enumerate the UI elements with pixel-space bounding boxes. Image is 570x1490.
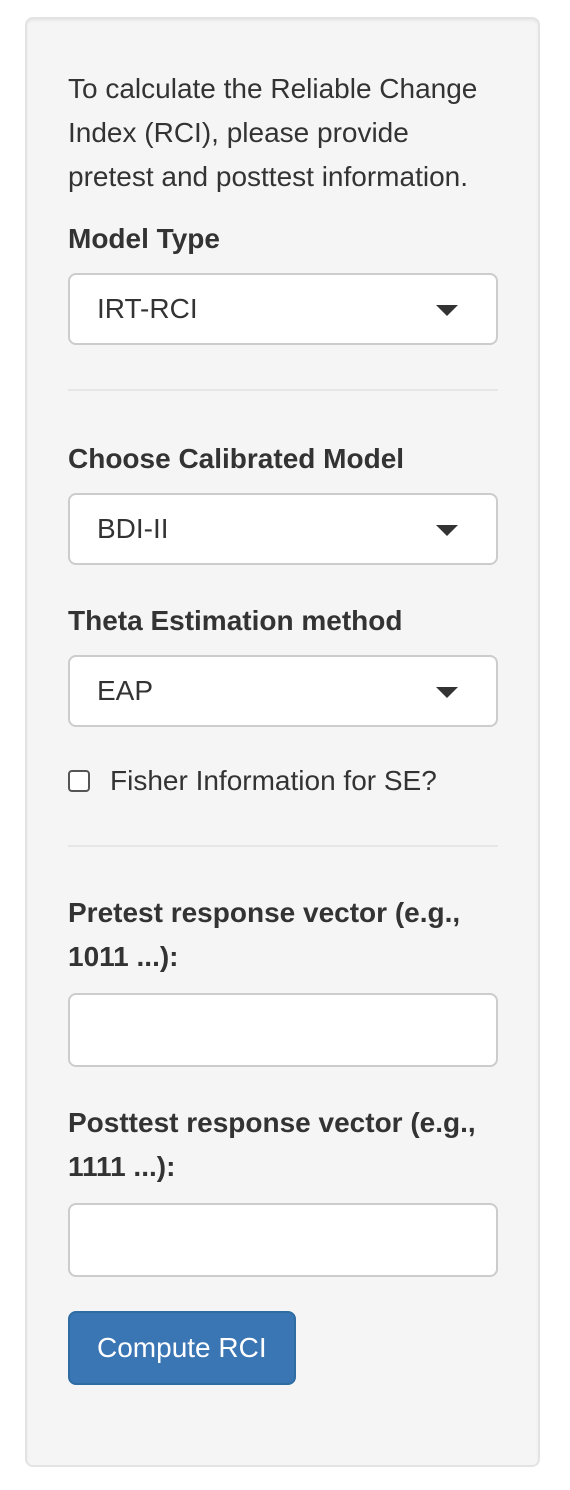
calibrated-model-group: Choose Calibrated Model BDI-II [68,437,498,565]
sidebar-panel: To calculate the Reliable Change Index (… [25,17,540,1467]
chevron-down-icon [436,525,458,536]
pretest-label: Pretest response vector (e.g., 1011 ...)… [68,897,461,972]
intro-text: To calculate the Reliable Change Index (… [68,73,478,192]
fisher-info-checkbox[interactable] [68,770,90,792]
pretest-input[interactable] [68,993,498,1067]
compute-rci-button[interactable]: Compute RCI [68,1311,296,1385]
model-type-select[interactable]: IRT-RCI [68,273,498,345]
divider [68,389,498,391]
calibrated-model-select[interactable]: BDI-II [68,493,498,565]
calibrated-model-label: Choose Calibrated Model [68,443,405,474]
theta-method-label: Theta Estimation method [68,605,403,636]
chevron-down-icon [436,687,458,698]
model-type-label: Model Type [68,223,220,254]
posttest-label: Posttest response vector (e.g., 1111 ...… [68,1107,476,1182]
actions: Compute RCI [68,1311,498,1385]
theta-method-group: Theta Estimation method EAP [68,599,498,727]
theta-method-value: EAP [97,675,154,706]
model-type-group: Model Type IRT-RCI [68,217,498,345]
model-type-value: IRT-RCI [97,293,198,324]
fisher-info-label: Fisher Information for SE? [110,765,437,796]
calibrated-model-value: BDI-II [97,513,169,544]
pretest-group: Pretest response vector (e.g., 1011 ...)… [68,891,498,1067]
fisher-info-checkbox-row[interactable]: Fisher Information for SE? [68,761,498,801]
posttest-input[interactable] [68,1203,498,1277]
divider [68,845,498,847]
posttest-group: Posttest response vector (e.g., 1111 ...… [68,1101,498,1277]
chevron-down-icon [436,305,458,316]
theta-method-select[interactable]: EAP [68,655,498,727]
